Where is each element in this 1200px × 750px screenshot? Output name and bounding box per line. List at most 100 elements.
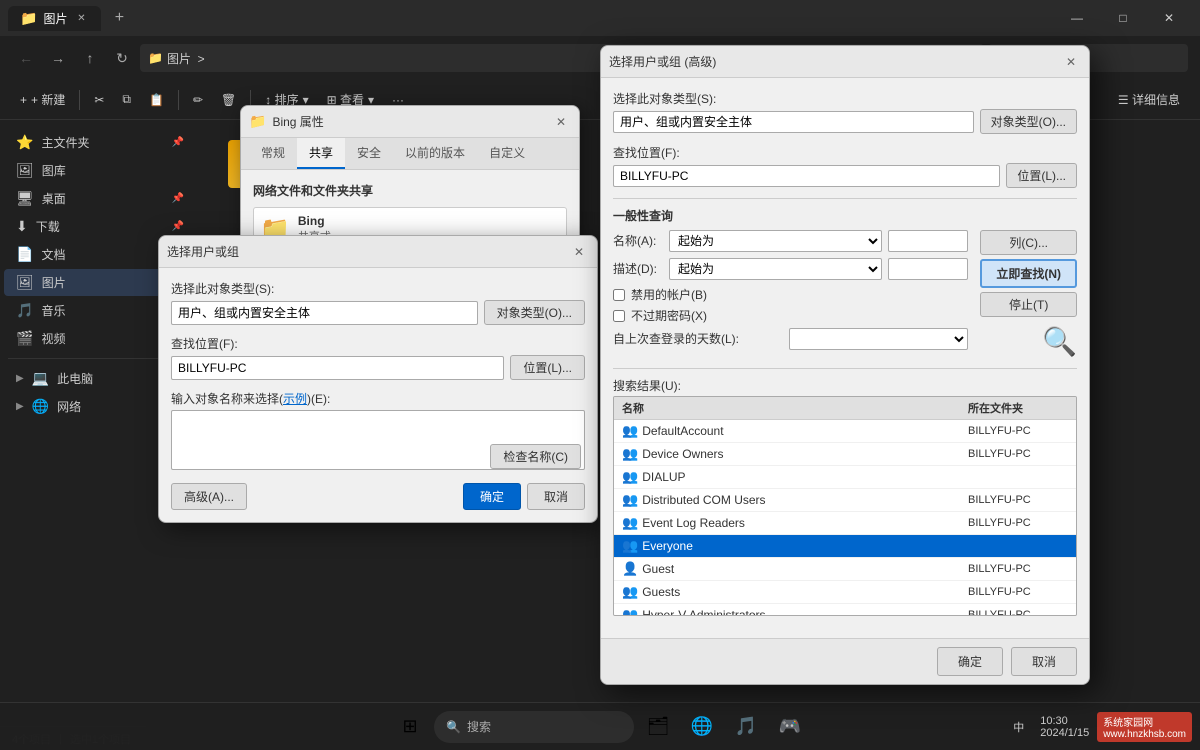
- adv-ok-button[interactable]: 确定: [937, 647, 1003, 676]
- up-button[interactable]: ↑: [76, 44, 104, 72]
- back-button[interactable]: ←: [12, 44, 40, 72]
- documents-icon: 📄: [16, 246, 33, 263]
- object-type-input[interactable]: [171, 301, 478, 325]
- bing-props-title-bar: 📁 Bing 属性 ✕: [241, 106, 579, 138]
- example-link[interactable]: 示例: [283, 392, 307, 406]
- search-results-list[interactable]: 名称 所在文件夹 👥DefaultAccount BILLYFU-PC 👥Dev…: [613, 396, 1077, 616]
- adv-days-row: 自上次查登录的天数(L):: [613, 328, 968, 350]
- adv-search-button[interactable]: 立即查找(N): [980, 259, 1077, 288]
- tab-general[interactable]: 常规: [249, 138, 297, 169]
- result-name-event-log: Event Log Readers: [642, 516, 745, 530]
- advanced-dialog-title: 选择用户或组 (高级): [609, 53, 716, 70]
- result-row-dialup[interactable]: 👥DIALUP: [614, 466, 1076, 489]
- check-name-button[interactable]: 检查名称(C): [490, 444, 581, 469]
- result-row-everyone[interactable]: 👥Everyone: [614, 535, 1076, 558]
- adv-cancel-button[interactable]: 取消: [1011, 647, 1077, 676]
- tab-pictures[interactable]: 📁 图片 ✕: [8, 6, 101, 31]
- tab-security[interactable]: 安全: [345, 138, 393, 169]
- result-row-defaultaccount[interactable]: 👥DefaultAccount BILLYFU-PC: [614, 420, 1076, 443]
- advanced-dialog-title-bar: 选择用户或组 (高级) ✕: [601, 46, 1089, 78]
- select-user-ok-button[interactable]: 确定: [463, 483, 521, 510]
- adv-type-button[interactable]: 对象类型(O)...: [980, 109, 1077, 134]
- object-type-row: 选择此对象类型(S): 对象类型(O)...: [171, 280, 585, 325]
- advanced-dialog-close-button[interactable]: ✕: [1061, 52, 1081, 72]
- taskbar-app-media[interactable]: 🎵: [726, 707, 766, 747]
- location-button[interactable]: 位置(L)...: [510, 355, 585, 380]
- tab-close-button[interactable]: ✕: [73, 10, 89, 26]
- user-icon-guests: 👥: [622, 584, 638, 600]
- start-button[interactable]: ⊞: [390, 707, 430, 747]
- object-type-label: 选择此对象类型(S):: [171, 280, 585, 297]
- result-row-device-owners[interactable]: 👥Device Owners BILLYFU-PC: [614, 443, 1076, 466]
- adv-name-value-input[interactable]: [888, 230, 968, 252]
- new-label: + 新建: [31, 91, 65, 108]
- object-type-button[interactable]: 对象类型(O)...: [484, 300, 585, 325]
- user-icon-hyper-v: 👥: [622, 607, 638, 616]
- taskbar-app-games[interactable]: 🎮: [770, 707, 810, 747]
- share-folder-name: Bing: [298, 214, 331, 228]
- adv-name-select[interactable]: 起始为: [669, 230, 882, 252]
- result-loc-guest: BILLYFU-PC: [968, 563, 1068, 575]
- taskbar-app-browser[interactable]: 🌐: [682, 707, 722, 747]
- paste-button[interactable]: 📋: [141, 89, 172, 111]
- disabled-accounts-checkbox[interactable]: [613, 289, 625, 301]
- tab-share[interactable]: 共享: [297, 138, 345, 169]
- details-button[interactable]: ☰ 详细信息: [1110, 87, 1188, 112]
- select-user-close-button[interactable]: ✕: [569, 242, 589, 262]
- no-expire-checkbox[interactable]: [613, 310, 625, 322]
- advanced-select-dialog[interactable]: 选择用户或组 (高级) ✕ 选择此对象类型(S): 对象类型(O)... 查找位…: [600, 45, 1090, 685]
- result-name-hyper-v: Hyper-V Administrators: [642, 608, 765, 616]
- cut-button[interactable]: ✂: [86, 89, 112, 111]
- sidebar-item-gallery[interactable]: 🖼 图库: [4, 157, 196, 184]
- bing-props-title-icon: 📁: [249, 113, 266, 130]
- adv-desc-value-input[interactable]: [888, 258, 968, 280]
- advanced-button[interactable]: 高级(A)...: [171, 483, 247, 510]
- sidebar-label-documents: 文档: [41, 246, 65, 263]
- rename-button[interactable]: ✏: [185, 89, 211, 111]
- adv-location-button[interactable]: 位置(L)...: [1006, 163, 1077, 188]
- select-user-dialog[interactable]: 选择用户或组 ✕ 选择此对象类型(S): 对象类型(O)... 查找位置(F):…: [158, 235, 598, 523]
- result-row-guest[interactable]: 👤Guest BILLYFU-PC: [614, 558, 1076, 581]
- object-type-input-row: 对象类型(O)...: [171, 300, 585, 325]
- sys-tray-brand: 系统家园网 www.hnzkhsb.com: [1097, 712, 1192, 742]
- adv-type-input[interactable]: [613, 111, 974, 133]
- new-button[interactable]: + + 新建: [12, 87, 73, 112]
- result-row-hyper-v[interactable]: 👥Hyper-V Administrators BILLYFU-PC: [614, 604, 1076, 616]
- adv-stop-button[interactable]: 停止(T): [980, 292, 1077, 317]
- delete-button[interactable]: 🗑: [213, 89, 244, 111]
- taskbar-right-area: 中 10:30 2024/1/15 系统家园网 www.hnzkhsb.com: [1005, 707, 1192, 747]
- new-tab-button[interactable]: +: [105, 4, 133, 32]
- result-row-guests[interactable]: 👥Guests BILLYFU-PC: [614, 581, 1076, 604]
- taskbar-search-bar[interactable]: 🔍 搜索: [434, 711, 634, 743]
- adv-location-section: 查找位置(F): 位置(L)...: [613, 144, 1077, 188]
- forward-button[interactable]: →: [44, 44, 72, 72]
- close-button[interactable]: ✕: [1146, 0, 1192, 36]
- adv-days-select[interactable]: [789, 328, 969, 350]
- adv-search-icon-area: 🔍: [980, 325, 1077, 358]
- adv-desc-select[interactable]: 起始为: [669, 258, 882, 280]
- result-row-distributed-com-users[interactable]: 👥Distributed COM Users BILLYFU-PC: [614, 489, 1076, 512]
- adv-location-input[interactable]: [613, 165, 1000, 187]
- taskbar-app-files[interactable]: 🗂: [638, 707, 678, 747]
- minimize-button[interactable]: —: [1054, 0, 1100, 36]
- tab-previous-versions[interactable]: 以前的版本: [393, 138, 477, 169]
- refresh-button[interactable]: ↻: [108, 44, 136, 72]
- adv-col-button[interactable]: 列(C)...: [980, 230, 1077, 255]
- taskbar-ime-indicator[interactable]: 中: [1005, 707, 1032, 747]
- sidebar-item-desktop[interactable]: 🖥 桌面 📌: [4, 185, 196, 212]
- location-input[interactable]: [171, 356, 504, 380]
- adv-disabled-row: 禁用的帐户(B): [613, 286, 968, 303]
- adv-type-section: 选择此对象类型(S): 对象类型(O)...: [613, 90, 1077, 134]
- sidebar-item-home[interactable]: ⭐ 主文件夹 📌: [4, 129, 196, 156]
- name-row: 输入对象名称来选择(示例)(E): 检查名称(C): [171, 390, 585, 473]
- tab-customize[interactable]: 自定义: [477, 138, 537, 169]
- address-path: 图片 >: [167, 50, 205, 67]
- maximize-button[interactable]: □: [1100, 0, 1146, 36]
- result-row-event-log-readers[interactable]: 👥Event Log Readers BILLYFU-PC: [614, 512, 1076, 535]
- result-loc-device-owners: BILLYFU-PC: [968, 448, 1068, 460]
- music-icon: 🎵: [16, 302, 33, 319]
- downloads-icon: ⬇: [16, 218, 28, 235]
- bing-props-close-button[interactable]: ✕: [551, 112, 571, 132]
- select-user-cancel-button[interactable]: 取消: [527, 483, 585, 510]
- copy-button[interactable]: ⧉: [114, 88, 139, 111]
